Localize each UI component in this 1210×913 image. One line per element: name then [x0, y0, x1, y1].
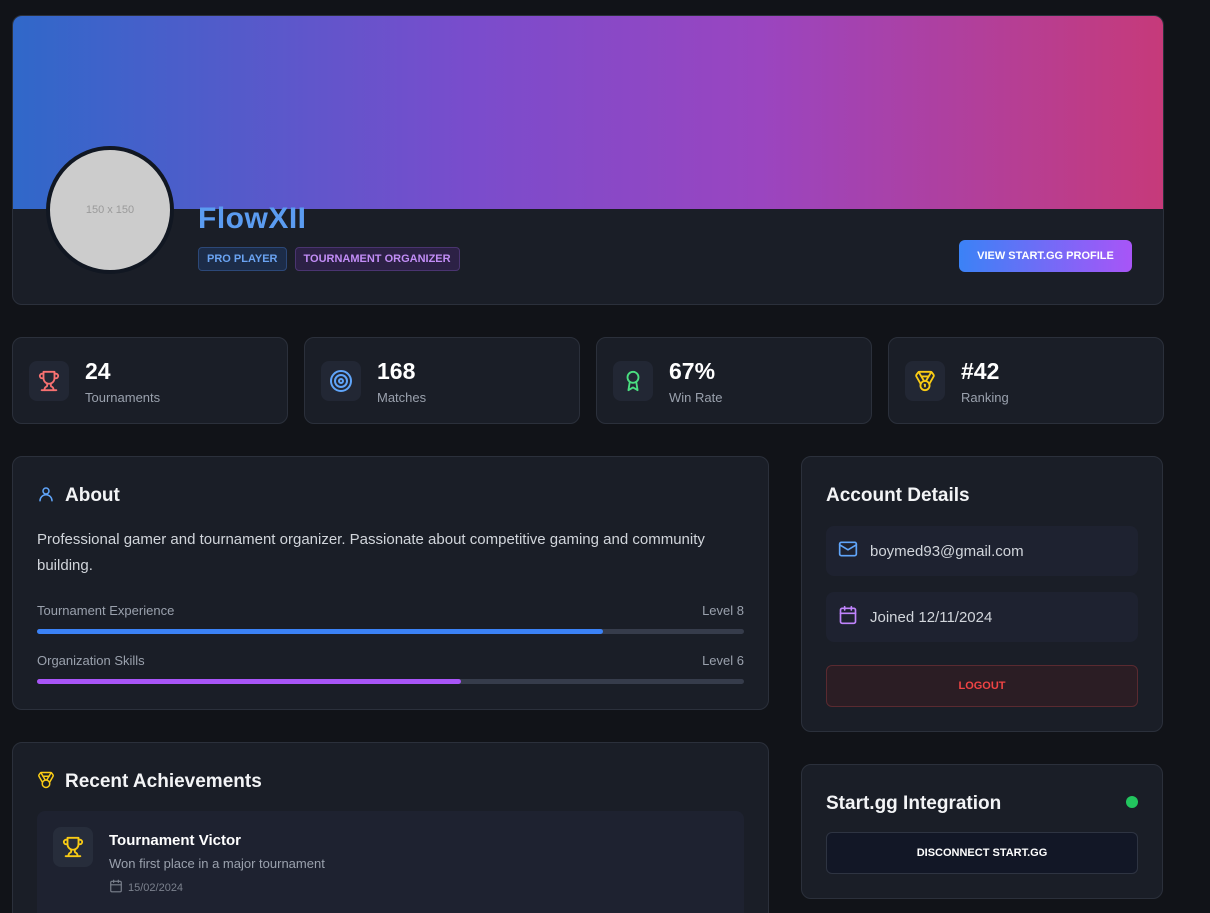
- username: FlowXII: [198, 202, 307, 235]
- stat-card-ranking: #42 Ranking: [888, 337, 1164, 424]
- stat-label: Win Rate: [669, 390, 723, 405]
- view-startgg-profile-button[interactable]: VIEW START.GG PROFILE: [959, 240, 1132, 272]
- medal-icon: [905, 361, 945, 401]
- stat-label: Ranking: [961, 390, 1009, 405]
- stat-card-matches: 168 Matches: [304, 337, 580, 424]
- stat-card-tournaments: 24 Tournaments: [12, 337, 288, 424]
- account-details-card: Account Details boymed93@gmail.com Joine…: [801, 456, 1163, 732]
- avatar-placeholder-text: 150 x 150: [85, 204, 135, 216]
- stat-value: 24: [85, 358, 111, 384]
- achievement-title: Tournament Victor: [109, 832, 241, 849]
- achievements-card: Recent Achievements Tournament Victor Wo…: [12, 742, 769, 913]
- stat-value: #42: [961, 358, 1000, 384]
- about-title: About: [65, 485, 120, 506]
- achievements-title: Recent Achievements: [65, 771, 262, 792]
- achievement-date: 15/02/2024: [109, 879, 183, 896]
- stat-value: 67%: [669, 358, 716, 384]
- about-card: About Professional gamer and tournament …: [12, 456, 769, 710]
- connection-status-dot: [1126, 796, 1138, 808]
- target-icon: [321, 361, 361, 401]
- skill-level: Level 8: [702, 603, 744, 618]
- achievement-description: Won first place in a major tournament: [109, 856, 325, 871]
- disconnect-startgg-button[interactable]: DISCONNECT START.GG: [826, 832, 1138, 874]
- role-badges: PRO PLAYER TOURNAMENT ORGANIZER: [198, 247, 460, 271]
- badge-pro-player: PRO PLAYER: [198, 247, 287, 271]
- stat-card-win-rate: 67% Win Rate: [596, 337, 872, 424]
- calendar-icon: [838, 605, 858, 629]
- stat-value: 168: [377, 358, 416, 384]
- award-icon: [613, 361, 653, 401]
- skill-progress-bar: [37, 679, 744, 684]
- skill-level: Level 6: [702, 653, 744, 668]
- logout-button[interactable]: LOGOUT: [826, 665, 1138, 707]
- trophy-icon: [29, 361, 69, 401]
- calendar-icon: [109, 879, 123, 896]
- stat-label: Matches: [377, 390, 427, 405]
- achievement-date-text: 15/02/2024: [128, 881, 184, 894]
- email-text: boymed93@gmail.com: [870, 542, 1024, 560]
- skill-progress-fill: [37, 679, 462, 684]
- startgg-integration-card: Start.gg Integration DISCONNECT START.GG: [801, 764, 1163, 899]
- skill-label: Organization Skills: [37, 653, 145, 668]
- joined-text: Joined 12/11/2024: [870, 608, 993, 626]
- joined-row: Joined 12/11/2024: [826, 592, 1138, 642]
- account-details-title: Account Details: [826, 485, 970, 506]
- trophy-icon: [53, 827, 93, 867]
- integration-title: Start.gg Integration: [826, 793, 1002, 814]
- email-row: boymed93@gmail.com: [826, 526, 1138, 576]
- user-icon: [37, 485, 55, 508]
- medal-icon: [37, 771, 55, 794]
- skill-progress-fill: [37, 629, 603, 634]
- achievement-item: Tournament Victor Won first place in a m…: [37, 811, 744, 913]
- badge-tournament-organizer: TOURNAMENT ORGANIZER: [294, 247, 460, 271]
- avatar: 150 x 150: [46, 146, 174, 274]
- profile-card: 150 x 150 FlowXII PRO PLAYER TOURNAMENT …: [12, 15, 1164, 305]
- skill-progress-bar: [37, 629, 744, 634]
- mail-icon: [838, 539, 858, 563]
- about-text: Professional gamer and tournament organi…: [37, 531, 705, 574]
- profile-banner: [13, 16, 1163, 209]
- stat-label: Tournaments: [85, 390, 161, 405]
- skill-label: Tournament Experience: [37, 603, 175, 618]
